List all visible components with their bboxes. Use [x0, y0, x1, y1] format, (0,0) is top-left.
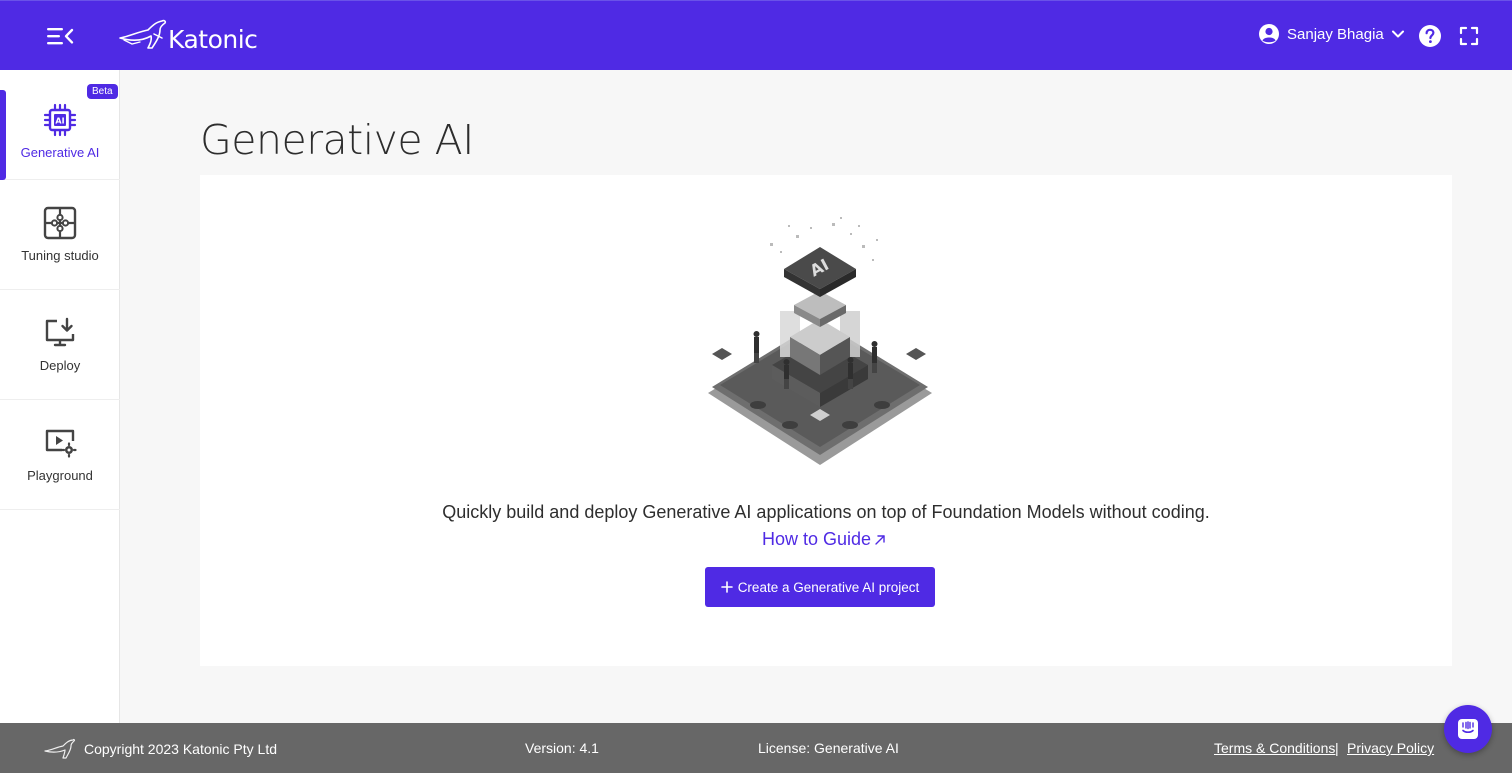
- sidebar: Beta AI Generative AI Tuning studio Depl…: [0, 70, 120, 723]
- empty-state-description: Quickly build and deploy Generative AI a…: [442, 502, 1210, 522]
- brand-name: Katonic: [168, 24, 258, 54]
- user-menu[interactable]: Sanjay Bhagia: [1258, 23, 1405, 45]
- puzzle-icon: [43, 206, 77, 240]
- sidebar-item-generative-ai[interactable]: Beta AI Generative AI: [0, 70, 120, 180]
- footer-separator: |: [1335, 740, 1339, 756]
- ai-platform-illustration: AI: [708, 217, 932, 465]
- version-text: Version: 4.1: [525, 740, 599, 756]
- sidebar-item-tuning-studio[interactable]: Tuning studio: [0, 180, 120, 290]
- sidebar-item-deploy[interactable]: Deploy: [0, 290, 120, 400]
- sidebar-item-label: Generative AI: [20, 145, 100, 160]
- sidebar-item-label: Deploy: [39, 358, 81, 373]
- create-project-button[interactable]: Create a Generative AI project: [705, 567, 935, 607]
- kangaroo-logo-icon: [44, 738, 76, 759]
- privacy-link[interactable]: Privacy Policy: [1347, 740, 1434, 756]
- copyright-text: Copyright 2023 Katonic Pty Ltd: [84, 741, 278, 757]
- how-to-guide-label: How to Guide: [762, 529, 872, 549]
- monitor-download-icon: [45, 317, 75, 347]
- sidebar-item-label: Tuning studio: [21, 248, 99, 263]
- chat-launcher-button[interactable]: [1444, 705, 1492, 753]
- video-settings-icon: [45, 429, 77, 458]
- page-title: Generative AI: [200, 116, 474, 164]
- chat-icon: [1458, 719, 1478, 739]
- footer-copyright: Copyright 2023 Katonic Pty Ltd: [44, 738, 277, 760]
- beta-badge: Beta: [87, 84, 118, 99]
- ai-chip-icon: AI: [43, 103, 77, 137]
- empty-state-card: AI Quickly build and deploy Generative A…: [200, 175, 1452, 666]
- sidebar-item-playground[interactable]: Playground: [0, 400, 120, 510]
- footer: Copyright 2023 Katonic Pty Ltd Version: …: [0, 723, 1512, 773]
- top-bar: Katonic Sanjay Bhagia: [0, 0, 1512, 70]
- active-indicator: [0, 90, 6, 180]
- user-circle-icon: [1259, 24, 1279, 44]
- chevron-down-icon: [1391, 30, 1404, 38]
- license-text: License: Generative AI: [758, 740, 899, 756]
- kangaroo-logo-icon: [119, 19, 167, 49]
- svg-text:AI: AI: [55, 117, 64, 126]
- external-link-icon: [875, 534, 885, 545]
- create-project-label: Create a Generative AI project: [737, 579, 920, 595]
- menu-collapse-icon[interactable]: [44, 22, 76, 50]
- user-name: Sanjay Bhagia: [1287, 25, 1384, 43]
- plus-icon: [720, 581, 733, 593]
- katonic-logo[interactable]: Katonic: [118, 17, 258, 55]
- help-circle-icon[interactable]: [1418, 24, 1442, 48]
- sidebar-item-label: Playground: [27, 468, 93, 483]
- fullscreen-icon[interactable]: [1458, 25, 1480, 47]
- how-to-guide-link[interactable]: How to Guide: [762, 529, 886, 550]
- terms-link[interactable]: Terms & Conditions: [1214, 740, 1335, 756]
